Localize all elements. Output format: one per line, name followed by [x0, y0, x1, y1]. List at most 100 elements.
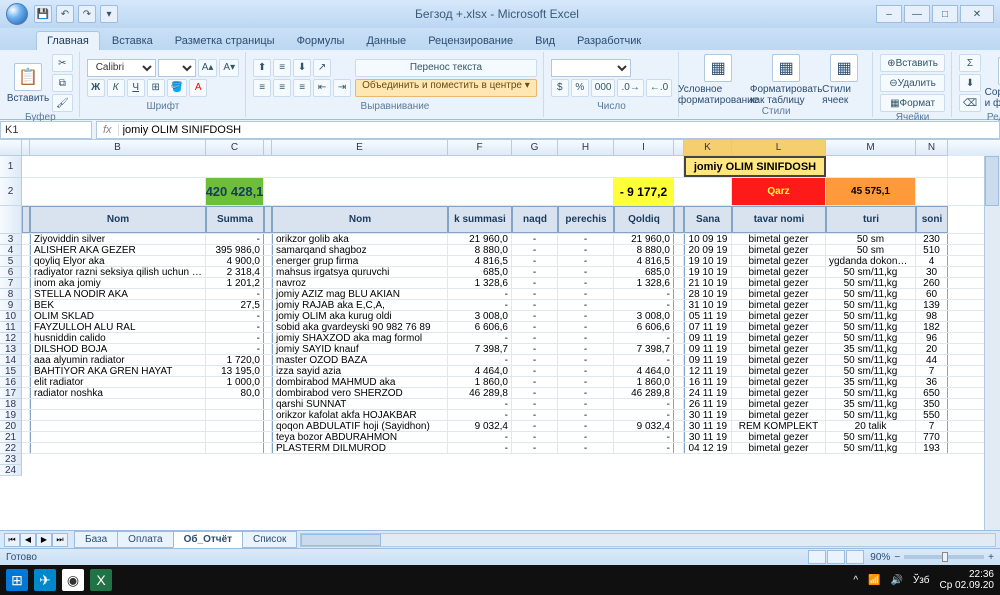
autosum[interactable]: Σ: [959, 54, 981, 72]
zoom-slider[interactable]: [904, 555, 984, 559]
wrap-text[interactable]: Перенос текста: [355, 59, 537, 77]
ribbon-tab-0[interactable]: Главная: [36, 31, 100, 50]
ribbon-tab-2[interactable]: Разметка страницы: [165, 32, 285, 50]
formula-bar[interactable]: [119, 122, 999, 138]
tray-network-icon[interactable]: 📶: [868, 575, 880, 586]
orientation[interactable]: ↗: [313, 59, 331, 77]
dropdown-cell[interactable]: jomiy OLIM SINIFDOSH▾: [684, 156, 826, 177]
percent[interactable]: %: [571, 79, 589, 97]
paste-icon: 📋: [14, 63, 42, 91]
underline-button[interactable]: Ч: [127, 79, 145, 97]
title-bar: 💾 ↶ ↷ ▾ Бегзод +.xlsx - Microsoft Excel …: [0, 0, 1000, 28]
window-maximize[interactable]: □: [932, 5, 958, 23]
tab-nav-last[interactable]: ⏭: [52, 533, 68, 547]
ribbon-minimize[interactable]: –: [876, 5, 902, 23]
shrink-font[interactable]: A▾: [219, 59, 239, 77]
font-color[interactable]: A: [189, 79, 207, 97]
tray-lang[interactable]: Ўзб: [913, 575, 930, 586]
window-close[interactable]: ✕: [960, 5, 994, 23]
paste-button[interactable]: 📋 Вставить: [8, 63, 48, 104]
sort-filter[interactable]: ⇵Сортировка и фильтр: [985, 57, 1000, 109]
cell-styles[interactable]: ▦Стили ячеек: [822, 54, 866, 106]
quick-access-toolbar: 💾 ↶ ↷ ▾: [34, 5, 118, 23]
fill-color[interactable]: 🪣: [167, 79, 187, 97]
column-headers[interactable]: BCEFGHIKLMN: [0, 140, 1000, 156]
align-left[interactable]: ≡: [253, 79, 271, 97]
dec-decimal[interactable]: ←.0: [646, 79, 672, 97]
tab-nav-next[interactable]: ▶: [36, 533, 52, 547]
border-button[interactable]: ⊞: [147, 79, 165, 97]
currency[interactable]: $: [551, 79, 569, 97]
zoom-level[interactable]: 90%: [870, 552, 890, 563]
format-table[interactable]: ▦Форматировать как таблицу: [754, 54, 818, 106]
align-middle[interactable]: ≡: [273, 59, 291, 77]
horizontal-scrollbar[interactable]: [300, 533, 996, 547]
tray-clock[interactable]: 22:36Ср 02.09.20: [940, 569, 995, 591]
format-cells[interactable]: ▦ Формат: [880, 94, 945, 112]
font-size-select[interactable]: 12: [158, 59, 196, 77]
taskbar-telegram[interactable]: ✈: [34, 569, 56, 591]
zoom-out[interactable]: −: [894, 552, 900, 563]
taskbar: ⊞ ✈ ◉ X ^ 📶 🔊 Ўзб 22:36Ср 02.09.20: [0, 565, 1000, 595]
fx-icon[interactable]: fx: [97, 124, 119, 136]
clear[interactable]: ⌫: [959, 94, 981, 112]
ribbon-tab-1[interactable]: Вставка: [102, 32, 163, 50]
ribbon-tab-3[interactable]: Формулы: [287, 32, 355, 50]
sheet-tabs-bar: ⏮ ◀ ▶ ⏭ БазаОплатаОб_ОтчётСписок: [0, 530, 1000, 548]
sheet-tab-0[interactable]: База: [74, 531, 118, 548]
ribbon-tab-5[interactable]: Рецензирование: [418, 32, 523, 50]
cond-format[interactable]: ▦Условное форматирование: [686, 54, 750, 106]
merge-center[interactable]: Объединить и поместить в центре ▾: [355, 79, 537, 97]
ribbon-tab-7[interactable]: Разработчик: [567, 32, 651, 50]
taskbar-chrome[interactable]: ◉: [62, 569, 84, 591]
taskbar-excel[interactable]: X: [90, 569, 112, 591]
ribbon-tab-6[interactable]: Вид: [525, 32, 565, 50]
number-format[interactable]: [551, 59, 631, 77]
sheet-tab-1[interactable]: Оплата: [117, 531, 173, 548]
start-button[interactable]: ⊞: [6, 569, 28, 591]
spreadsheet-grid[interactable]: jomiy OLIM SINIFDOSH▾420 428,1- 9 177,2Q…: [22, 156, 1000, 530]
ribbon-tabs: ГлавнаяВставкаРазметка страницыФормулыДа…: [0, 28, 1000, 50]
format-painter[interactable]: 🖌: [52, 94, 73, 112]
qat-redo[interactable]: ↷: [78, 5, 96, 23]
office-orb[interactable]: [6, 3, 28, 25]
italic-button[interactable]: К: [107, 79, 125, 97]
qat-save[interactable]: 💾: [34, 5, 52, 23]
row-headers[interactable]: 123456789101112131415161718192021222324: [0, 156, 22, 476]
indent-inc[interactable]: ⇥: [333, 79, 351, 97]
font-name-select[interactable]: Calibri: [87, 59, 156, 77]
ribbon-tab-4[interactable]: Данные: [356, 32, 416, 50]
vertical-scrollbar[interactable]: [984, 156, 1000, 530]
copy-button[interactable]: ⧉: [52, 74, 73, 92]
align-bottom[interactable]: ⬇: [293, 59, 311, 77]
fill[interactable]: ⬇: [959, 74, 981, 92]
grow-font[interactable]: A▴: [198, 59, 218, 77]
sheet-tab-3[interactable]: Список: [242, 531, 297, 548]
bold-button[interactable]: Ж: [87, 79, 105, 97]
tray-volume-icon[interactable]: 🔊: [890, 575, 902, 586]
ribbon: 📋 Вставить ✂ ⧉ 🖌 Буфер обмена Calibri 12…: [0, 50, 1000, 120]
qat-more[interactable]: ▾: [100, 5, 118, 23]
status-ready: Готово: [6, 552, 37, 563]
insert-cells[interactable]: ⊕ Вставить: [880, 54, 945, 72]
comma[interactable]: 000: [591, 79, 616, 97]
zoom-in[interactable]: +: [988, 552, 994, 563]
formula-bar-row: fx: [0, 120, 1000, 140]
window-title: Бегзод +.xlsx - Microsoft Excel: [118, 7, 876, 21]
status-bar: Готово 90% − +: [0, 548, 1000, 565]
align-center[interactable]: ≡: [273, 79, 291, 97]
name-box[interactable]: [0, 121, 92, 139]
delete-cells[interactable]: ⊖ Удалить: [880, 74, 945, 92]
cut-button[interactable]: ✂: [52, 54, 73, 72]
sheet-area: BCEFGHIKLMN 1234567891011121314151617181…: [0, 140, 1000, 530]
qat-undo[interactable]: ↶: [56, 5, 74, 23]
tab-nav-prev[interactable]: ◀: [20, 533, 36, 547]
window-minimize[interactable]: —: [904, 5, 930, 23]
tab-nav-first[interactable]: ⏮: [4, 533, 20, 547]
sheet-tab-2[interactable]: Об_Отчёт: [173, 531, 243, 548]
inc-decimal[interactable]: .0→: [617, 79, 643, 97]
align-right[interactable]: ≡: [293, 79, 311, 97]
indent-dec[interactable]: ⇤: [313, 79, 331, 97]
align-top[interactable]: ⬆: [253, 59, 271, 77]
tray-up-icon[interactable]: ^: [853, 575, 858, 586]
